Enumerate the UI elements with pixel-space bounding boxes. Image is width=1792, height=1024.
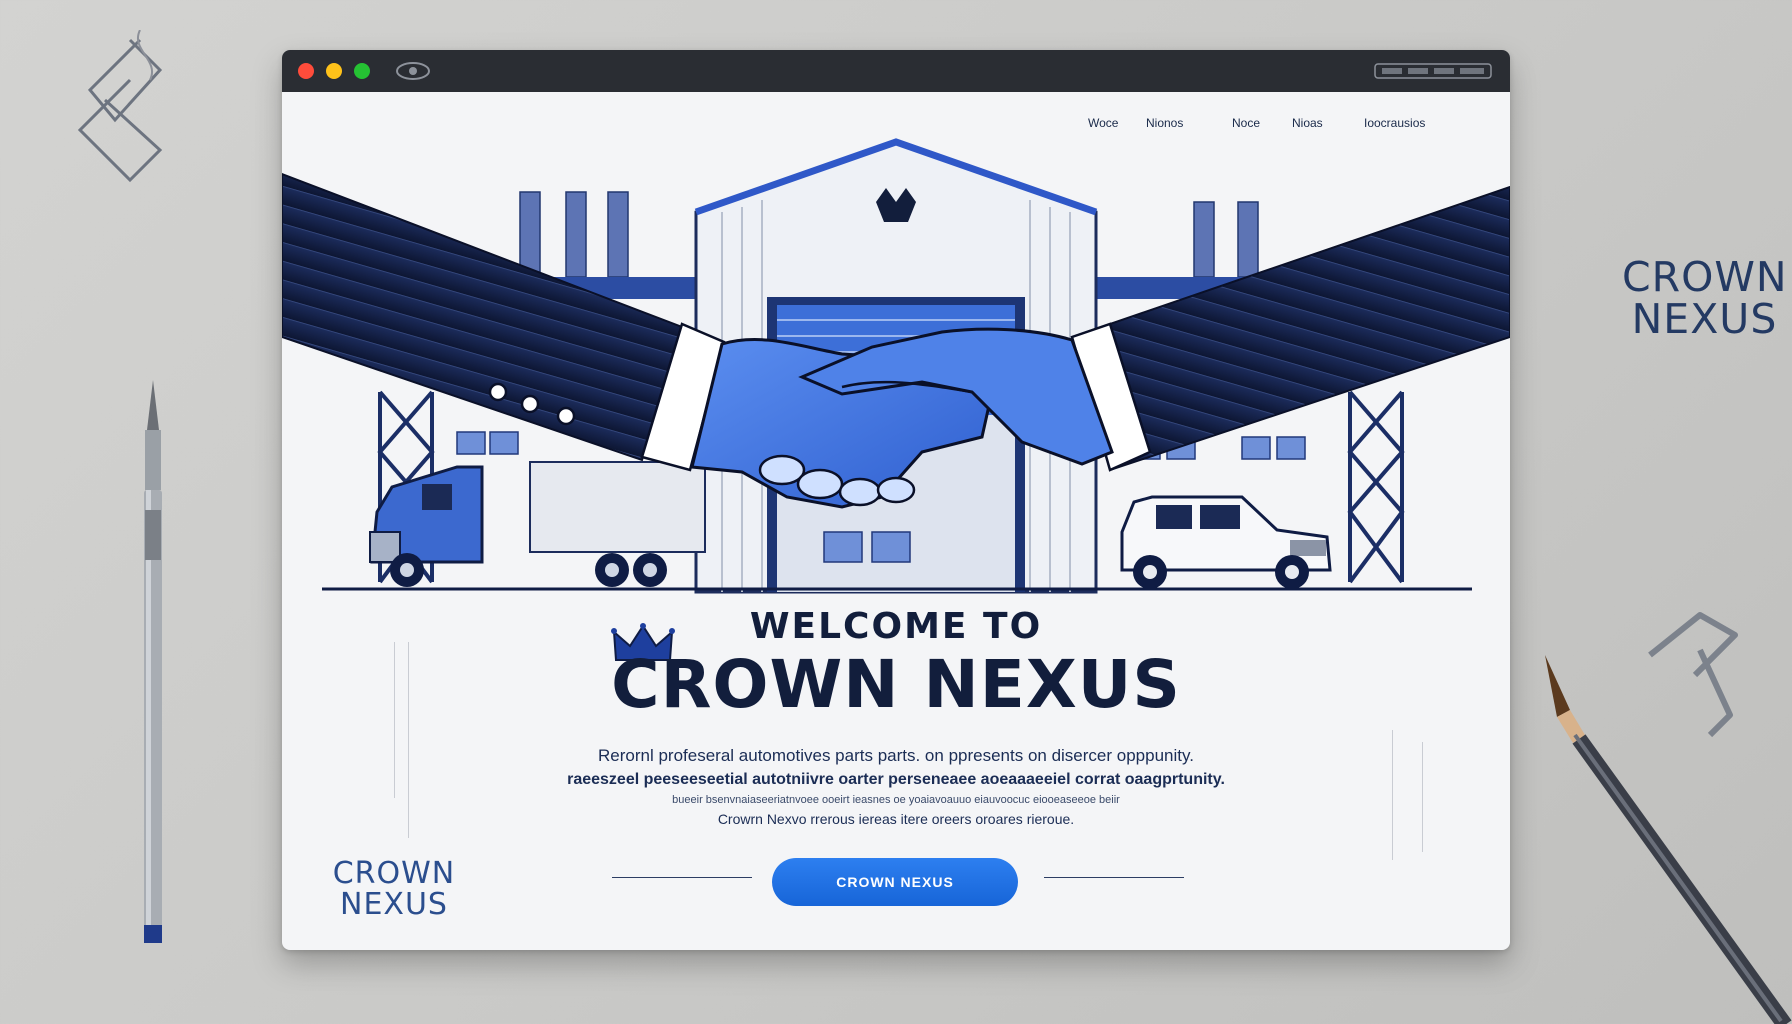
nav-link[interactable]: Woce	[1088, 116, 1118, 130]
eye-icon[interactable]	[394, 60, 432, 82]
logo-line: NEXUS	[1631, 295, 1778, 343]
logo-line: CROWN	[332, 856, 456, 891]
window-controls-icon[interactable]	[1374, 63, 1492, 79]
minimize-button[interactable]	[326, 63, 342, 79]
logo-line: NEXUS	[340, 887, 448, 922]
nav-link[interactable]: Noce	[1232, 116, 1260, 130]
hero-description: Rerornl profeseral automotives parts par…	[282, 744, 1510, 830]
paperclip-icon	[77, 30, 163, 183]
maximize-button[interactable]	[354, 63, 370, 79]
hero-welcome: WELCOME TO	[749, 606, 1043, 647]
description-line: raeeszeel peeseeseetial autotniivre oart…	[567, 771, 1225, 788]
hero-illustration	[282, 138, 1510, 594]
top-nav: Woce Nionos Noce Nioas Ioocrausios	[282, 116, 1510, 136]
hero-brand-title: CROWN NEXUS	[611, 646, 1181, 723]
logo-line: CROWN	[1622, 253, 1788, 301]
description-line: Crowrn Nexvo rrerous iereas itere oreers…	[717, 811, 1075, 827]
nav-link[interactable]: Nionos	[1146, 116, 1183, 130]
footer-brand-logo[interactable]: CROWN NEXUS	[324, 858, 464, 920]
cta-button[interactable]: CROWN NEXUS	[772, 858, 1018, 906]
close-button[interactable]	[298, 63, 314, 79]
pickup-illustration	[1120, 495, 1332, 589]
nav-link[interactable]: Nioas	[1292, 116, 1323, 130]
divider	[612, 877, 752, 878]
window-titlebar	[282, 50, 1510, 92]
nav-link[interactable]: Ioocrausios	[1364, 116, 1425, 130]
description-line: Rerornl profeseral automotives parts par…	[598, 746, 1194, 765]
description-line: bueeir bsenvnaiaseeriatnvoee ooeirt ieas…	[672, 794, 1120, 806]
desk-brand-logo: CROWN NEXUS	[1622, 256, 1787, 340]
pen-icon	[144, 380, 162, 943]
truck-illustration	[369, 461, 706, 587]
divider	[1044, 877, 1184, 878]
browser-window: Woce Nionos Noce Nioas Ioocrausios WELCO…	[282, 50, 1510, 950]
paperclip-icon	[1648, 612, 1738, 738]
